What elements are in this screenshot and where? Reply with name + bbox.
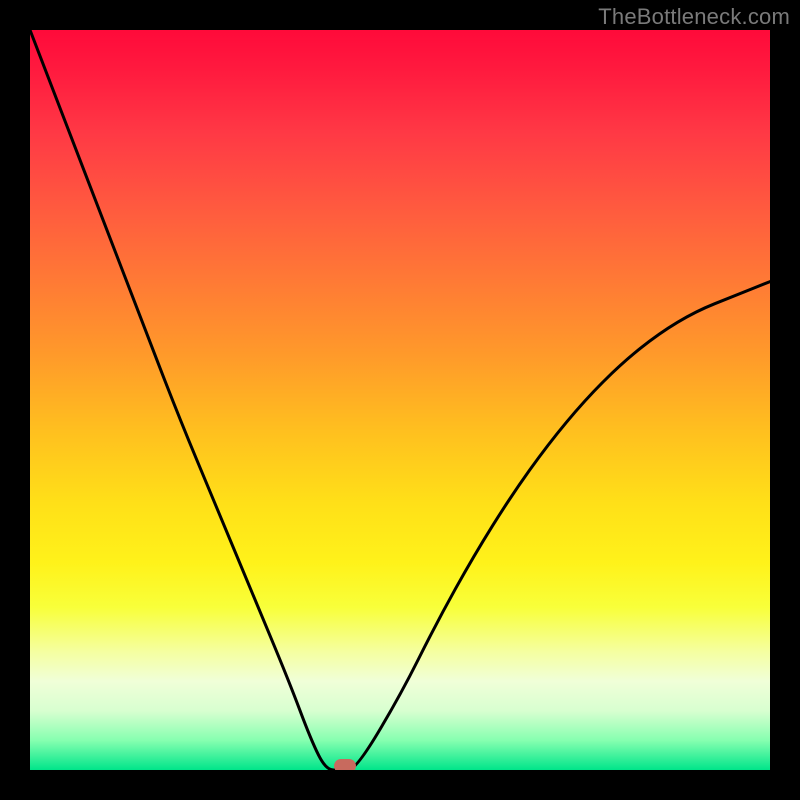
optimal-point-marker bbox=[334, 759, 356, 770]
chart-frame: TheBottleneck.com bbox=[0, 0, 800, 800]
watermark-text: TheBottleneck.com bbox=[598, 4, 790, 30]
bottleneck-curve bbox=[30, 30, 770, 770]
plot-area bbox=[30, 30, 770, 770]
